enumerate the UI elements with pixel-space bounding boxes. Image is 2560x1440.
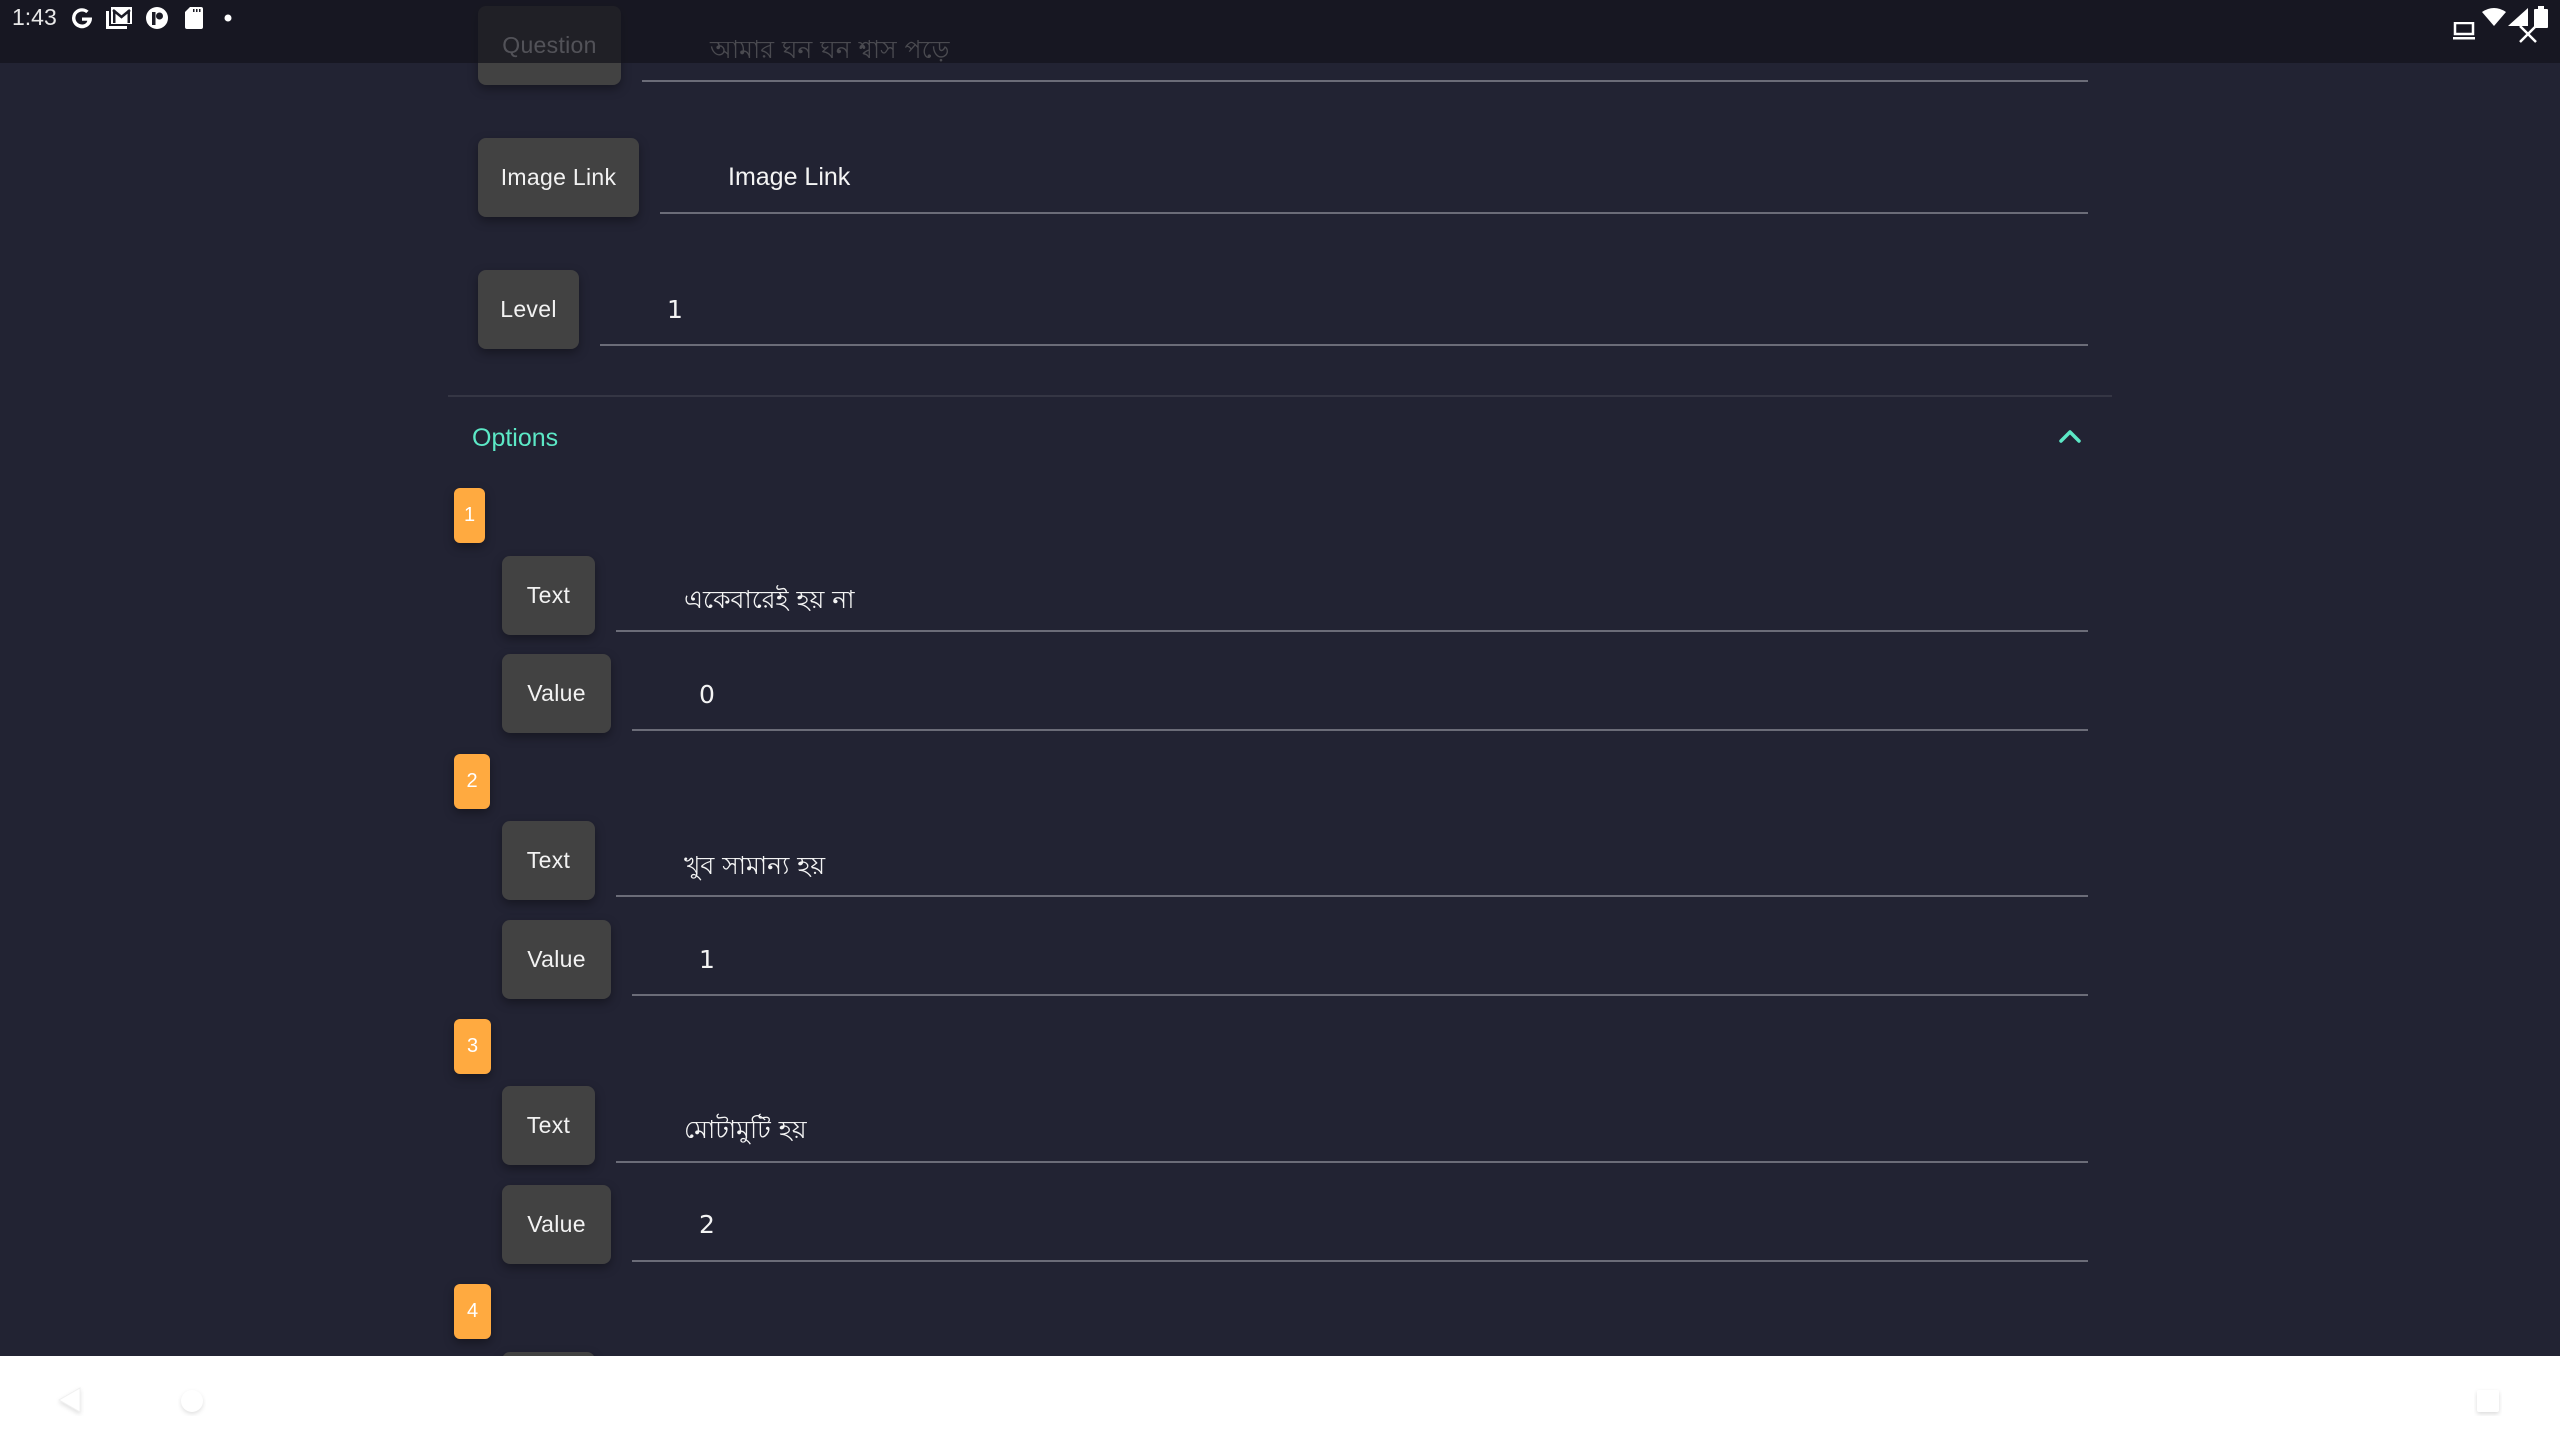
cast-screen-icon[interactable]	[2453, 22, 2475, 40]
recents-icon[interactable]	[2474, 1388, 2502, 1416]
option-number-badge: 1	[454, 488, 485, 543]
options-section-header[interactable]: Options	[472, 424, 558, 453]
option-number-badge: 3	[454, 1019, 491, 1074]
status-time: 1:43	[12, 4, 57, 30]
option-value-label-button[interactable]: Value	[502, 654, 611, 733]
status-bar: 1:43	[0, 0, 2560, 63]
option-text-label: Text	[526, 847, 571, 873]
level-input[interactable]: 1	[667, 295, 683, 324]
wifi-icon	[2482, 8, 2506, 26]
image-link-label-button[interactable]: Image Link	[478, 138, 639, 217]
level-input-underline	[600, 344, 2088, 346]
option-value-label: Value	[527, 1211, 586, 1237]
option-value-underline	[632, 729, 2088, 731]
option-value-label: Value	[527, 946, 586, 972]
level-label: Level	[500, 296, 557, 322]
option-value-label: Value	[527, 680, 586, 706]
home-icon[interactable]	[178, 1388, 206, 1416]
question-input-underline	[642, 80, 2088, 82]
back-icon[interactable]	[56, 1386, 84, 1416]
chevron-up-icon[interactable]	[2058, 428, 2082, 444]
image-link-input[interactable]: Image Link	[728, 163, 850, 192]
section-divider	[448, 395, 2112, 397]
option-number-badge: 2	[454, 754, 490, 809]
option-text-label-button[interactable]: Text	[502, 1086, 595, 1165]
option-number: 2	[466, 770, 478, 792]
image-link-input-underline	[660, 212, 2088, 214]
option-number: 3	[466, 1035, 479, 1057]
option-value-input[interactable]: 1	[699, 945, 715, 974]
level-label-button[interactable]: Level	[478, 270, 579, 349]
option-text-underline	[616, 630, 2088, 632]
option-number: 4	[466, 1300, 479, 1322]
sd-card-icon	[185, 7, 203, 29]
google-icon	[72, 8, 93, 29]
screen-content: Question আমার ঘন ঘন শ্বাস পড়ে Image Lin…	[0, 0, 2560, 1356]
option-text-label: Text	[526, 582, 571, 608]
option-text-underline	[616, 895, 2088, 897]
image-link-label: Image Link	[500, 164, 617, 190]
option-value-underline	[632, 994, 2088, 996]
navigation-bar	[0, 1356, 2560, 1440]
close-icon[interactable]	[2518, 24, 2538, 44]
app-notification-icon	[146, 7, 168, 29]
option-text-input[interactable]: একেবারেই হয় না	[684, 580, 854, 623]
more-notifications-dot-icon	[224, 14, 232, 22]
option-text-label-button[interactable]: Text	[502, 821, 595, 900]
option-number: 1	[463, 504, 476, 526]
option-value-underline	[632, 1260, 2088, 1262]
option-text-underline	[616, 1161, 2088, 1163]
option-text-input[interactable]: খুব সামান্য হয়	[684, 846, 825, 889]
option-value-input[interactable]: 0	[699, 680, 715, 709]
option-value-label-button[interactable]: Value	[502, 1185, 611, 1264]
option-value-input[interactable]: 2	[699, 1210, 715, 1239]
gmail-icon	[106, 7, 132, 29]
option-text-label-button[interactable]: Text	[502, 556, 595, 635]
option-text-input[interactable]: মোটামুটি হয়	[684, 1110, 807, 1153]
option-text-label: Text	[526, 1112, 571, 1138]
option-value-label-button[interactable]: Value	[502, 920, 611, 999]
option-number-badge: 4	[454, 1284, 491, 1339]
